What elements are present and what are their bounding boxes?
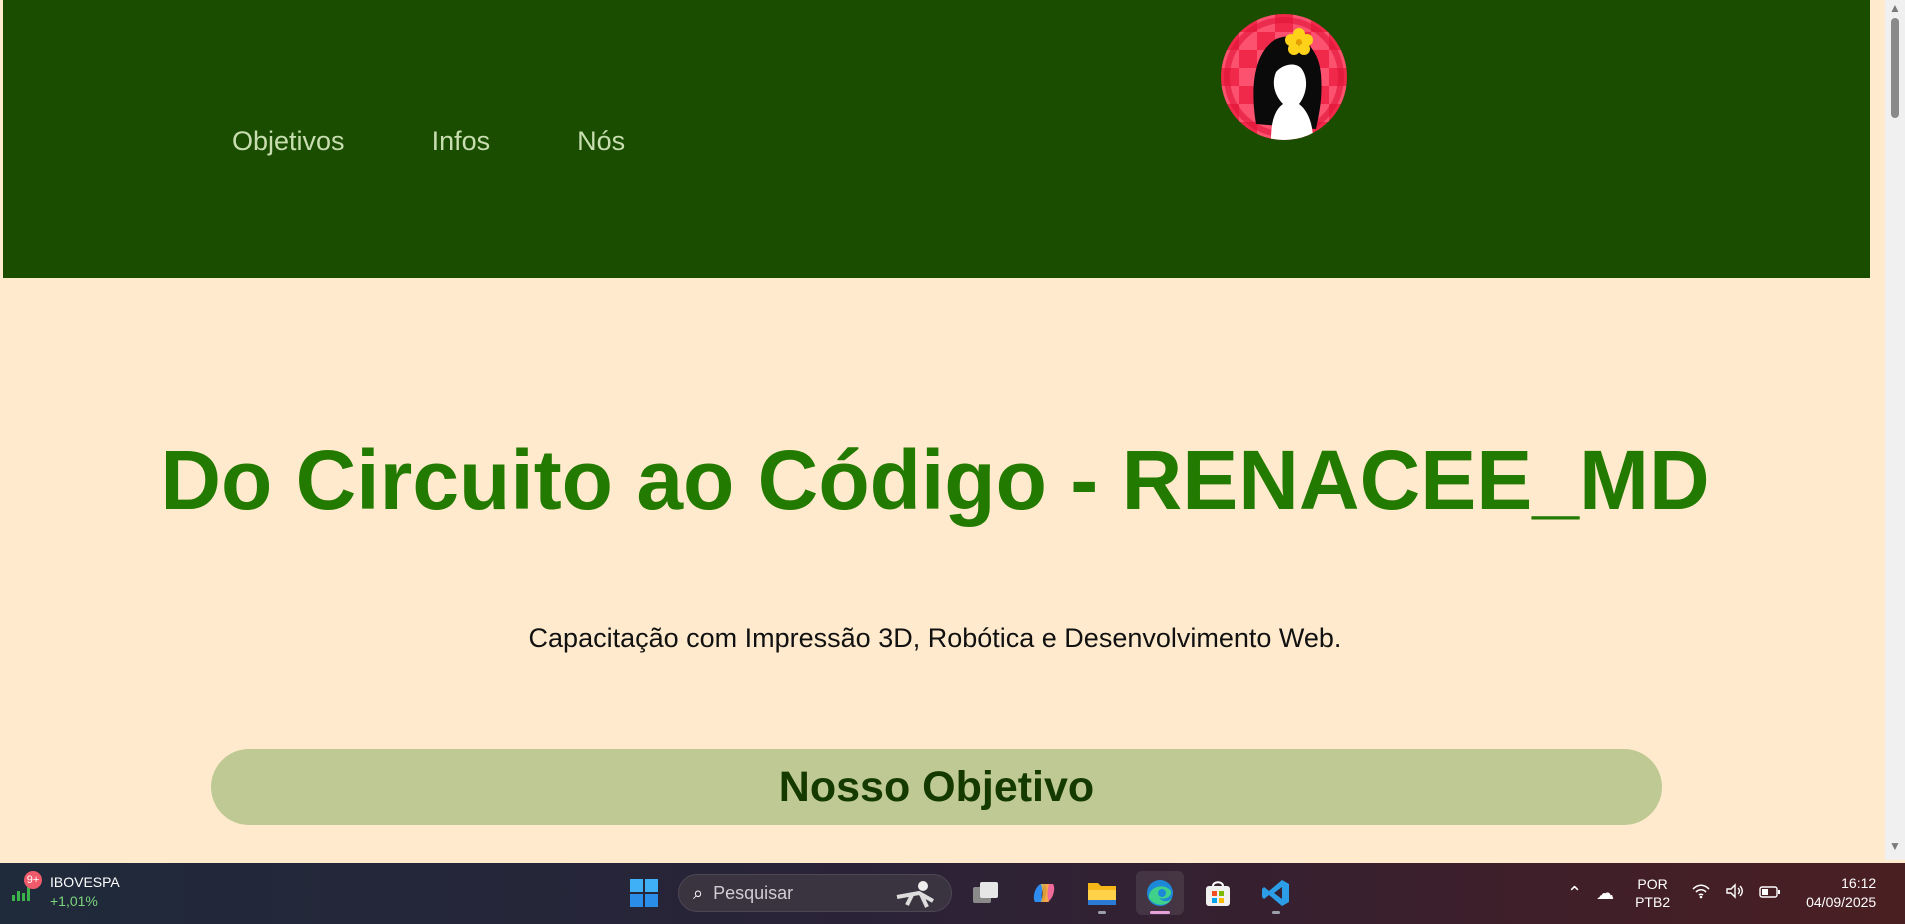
main-nav: Objetivos Infos Nós [232, 126, 712, 157]
hero-subtitle: Capacitação com Impressão 3D, Robótica e… [528, 623, 1342, 653]
taskbar-apps: ⌕ Pesquisar [620, 871, 1300, 915]
clock-time: 16:12 [1841, 875, 1877, 891]
volume-icon[interactable] [1725, 882, 1745, 904]
vertical-scrollbar[interactable] [1885, 0, 1905, 860]
site-logo[interactable] [1221, 14, 1347, 140]
notification-badge: 9+ [24, 871, 42, 889]
ticker-change: +1,01% [50, 893, 98, 909]
objective-section-banner: Nosso Objetivo [211, 749, 1662, 825]
task-view-icon [973, 882, 998, 903]
edge-icon [1147, 880, 1173, 906]
file-explorer-button[interactable] [1078, 871, 1126, 915]
hero-title: Do Circuito ao Código - RENACEE_MD [160, 433, 1710, 527]
chevron-up-icon[interactable]: ⌃ [1567, 883, 1582, 904]
nav-link-nos[interactable]: Nós [577, 126, 625, 157]
clock-date: 04/09/2025 [1806, 894, 1877, 910]
windows-taskbar: 9+ IBOVESPA +1,01% ⌕ Pesquisar ⌃ ☁ POR P… [0, 863, 1905, 924]
wifi-icon[interactable] [1691, 883, 1711, 904]
system-tray: ⌃ ☁ POR PTB2 16:12 04/09/2025 [1560, 871, 1876, 915]
site-header: Objetivos Infos Nós [3, 0, 1870, 278]
nav-link-objetivos[interactable]: Objetivos [232, 126, 345, 157]
search-icon: ⌕ [693, 882, 704, 903]
system-clock[interactable]: 16:12 04/09/2025 [1806, 874, 1876, 912]
onedrive-cloud-icon[interactable]: ☁ [1596, 883, 1614, 904]
vscode-button[interactable] [1252, 871, 1300, 915]
section-title: Nosso Objetivo [778, 762, 1095, 811]
stock-widget[interactable]: 9+ IBOVESPA +1,01% [10, 871, 120, 911]
nav-link-infos[interactable]: Infos [432, 126, 491, 157]
search-highlight-icon [896, 881, 934, 908]
input-language[interactable]: POR PTB2 [1635, 875, 1670, 911]
scroll-up-arrow-icon[interactable]: ▲ [1885, 0, 1905, 16]
copilot-button[interactable] [1020, 871, 1068, 915]
folder-icon [1088, 883, 1116, 905]
store-button[interactable] [1194, 871, 1242, 915]
start-button[interactable] [620, 871, 668, 915]
scroll-thumb[interactable] [1885, 18, 1905, 118]
search-placeholder: Pesquisar [713, 882, 794, 903]
edge-button[interactable] [1136, 871, 1184, 915]
task-view-button[interactable] [962, 871, 1010, 915]
windows-logo-icon [630, 879, 658, 907]
language-code: POR [1637, 876, 1668, 892]
store-icon [1206, 881, 1230, 906]
ticker-name: IBOVESPA [50, 874, 120, 890]
vscode-icon [1262, 880, 1289, 906]
browser-viewport: Objetivos Infos Nós Do Circuito ao Códig… [0, 0, 1885, 860]
scroll-down-arrow-icon[interactable]: ▼ [1885, 838, 1905, 854]
battery-icon[interactable] [1759, 883, 1781, 904]
taskbar-search[interactable]: ⌕ Pesquisar [678, 874, 952, 912]
stock-chart-icon: 9+ [10, 871, 42, 903]
keyboard-layout: PTB2 [1635, 894, 1671, 910]
copilot-icon [1033, 884, 1055, 902]
